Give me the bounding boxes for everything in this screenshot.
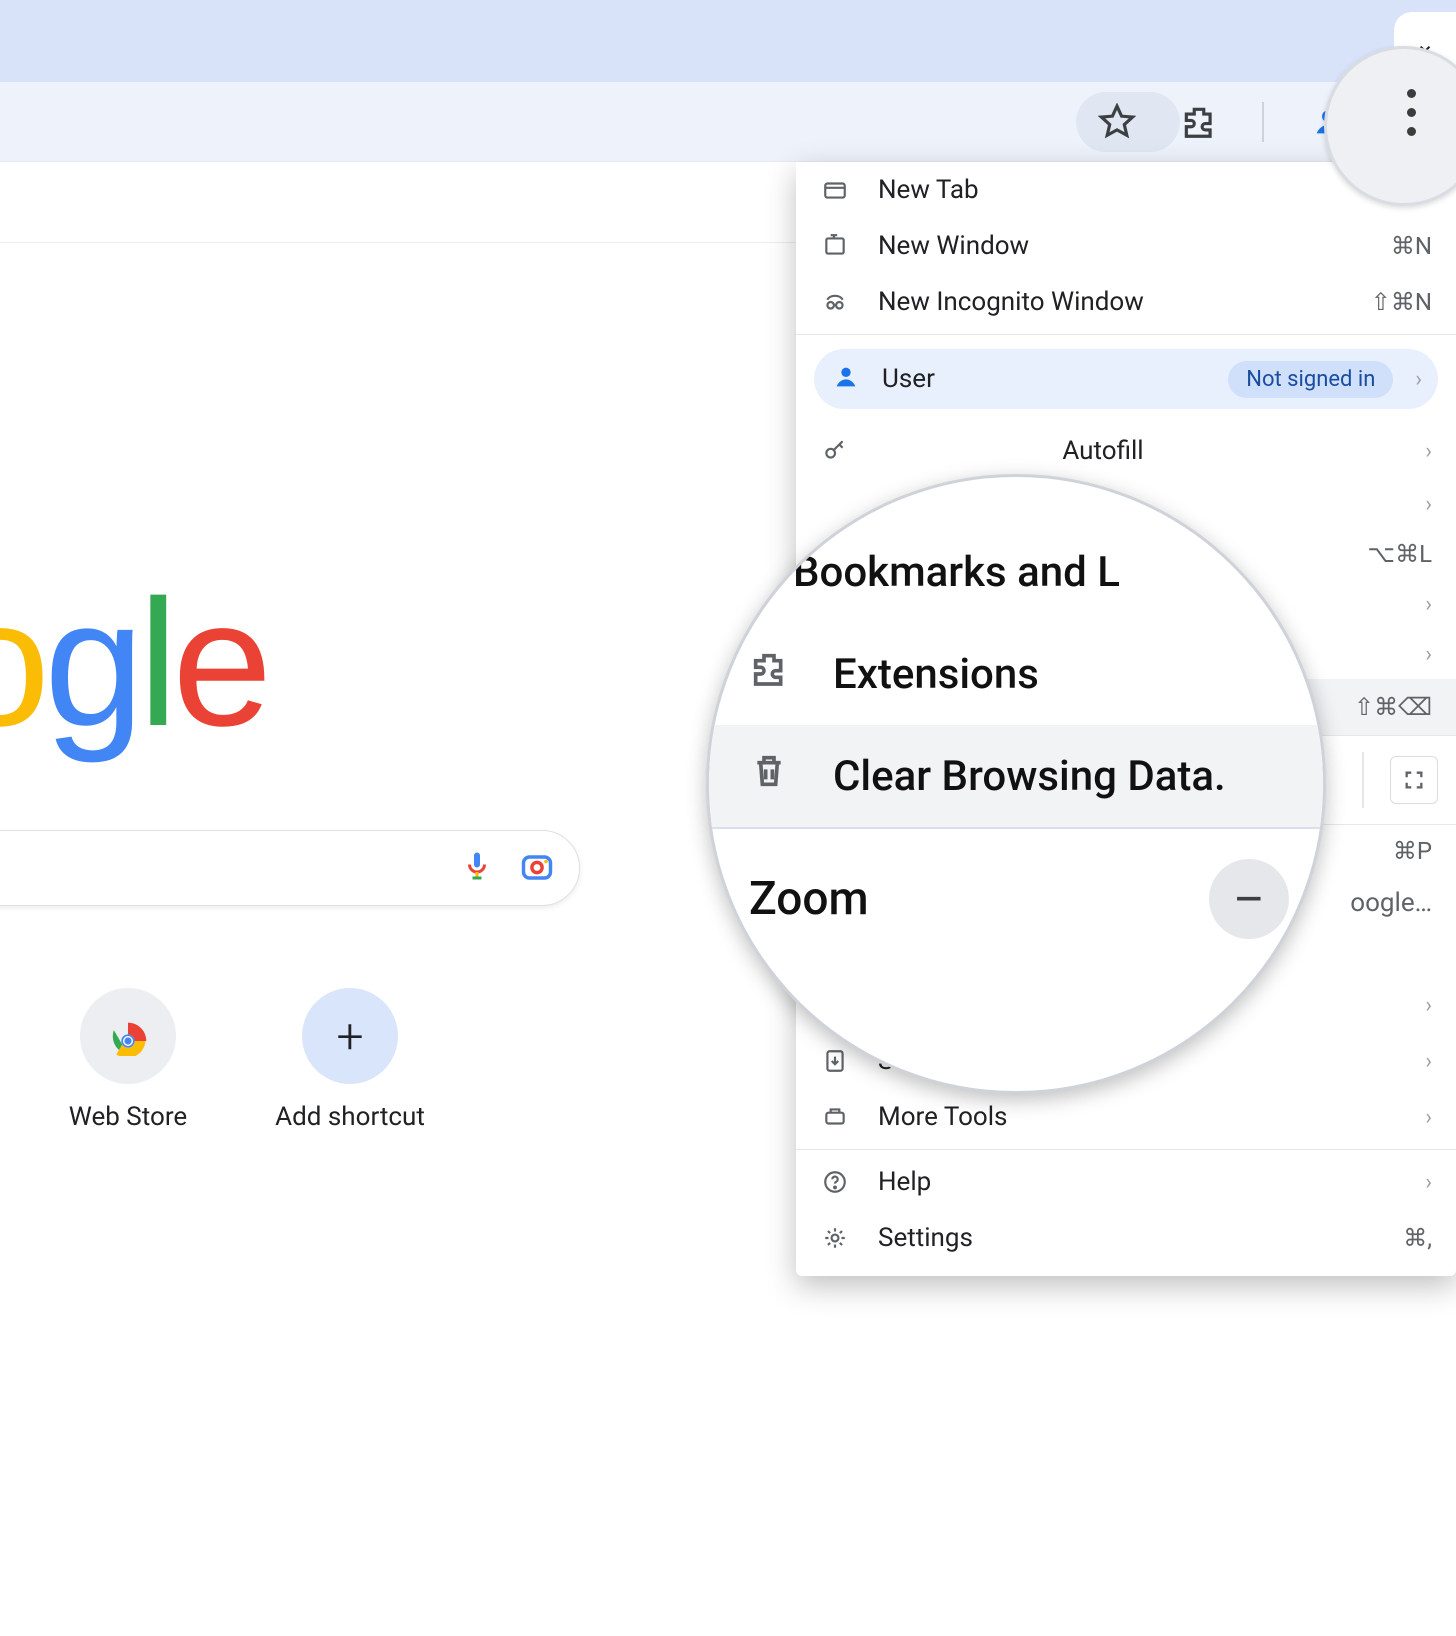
extensions-icon	[749, 649, 789, 700]
magnifier-lens: Bookmarks and L Extensions Clear Browsin…	[706, 474, 1326, 1094]
google-logo-partial: ogle	[0, 560, 266, 767]
plus-icon: +	[336, 1008, 363, 1065]
image-search-icon[interactable]	[519, 848, 555, 888]
tab-icon	[820, 175, 850, 205]
bookmark-star-icon[interactable]	[1098, 103, 1136, 141]
gear-icon	[820, 1223, 850, 1253]
chevron-right-icon: ›	[1425, 642, 1432, 667]
toolbar-divider	[1262, 102, 1264, 142]
chevron-right-icon: ›	[1425, 492, 1432, 517]
key-icon	[820, 436, 850, 466]
chevron-right-icon: ›	[1425, 993, 1432, 1018]
chevron-right-icon: ›	[1425, 1105, 1432, 1130]
tools-icon	[820, 1102, 850, 1132]
menu-more-tools[interactable]: More Tools ›	[796, 1089, 1456, 1145]
help-icon	[820, 1167, 850, 1197]
menu-settings[interactable]: Settings ⌘,	[796, 1210, 1456, 1266]
zoom-minus-button[interactable]: –	[1209, 859, 1289, 939]
menu-new-window[interactable]: New Window ⌘N	[796, 218, 1456, 274]
tab-strip: ⌄	[0, 0, 1456, 82]
kebab-icon	[1407, 89, 1416, 136]
search-box[interactable]	[0, 830, 580, 906]
shortcut-label: Add shortcut	[270, 1102, 430, 1132]
trash-icon	[749, 751, 789, 802]
user-icon	[832, 363, 860, 395]
lens-clear-browsing-row[interactable]: Clear Browsing Data.	[709, 725, 1323, 827]
chevron-right-icon: ›	[1415, 367, 1422, 392]
menu-passwords-autofill[interactable]: Passwords and Autofill ›	[796, 423, 1456, 479]
shortcut-label: Web Store	[48, 1102, 208, 1132]
add-shortcut-button[interactable]: + Add shortcut	[270, 988, 430, 1132]
menu-separator	[796, 1149, 1456, 1150]
chevron-right-icon: ›	[1425, 439, 1432, 464]
extensions-icon[interactable]	[1180, 103, 1218, 141]
incognito-icon	[820, 287, 850, 317]
lens-zoom-row: Zoom –	[709, 829, 1323, 969]
chrome-icon	[108, 1016, 148, 1056]
zoom-separator	[1362, 752, 1364, 808]
menu-new-incognito[interactable]: New Incognito Window ⇧⌘N	[796, 274, 1456, 330]
voice-search-icon[interactable]	[459, 848, 495, 888]
menu-separator	[796, 334, 1456, 335]
chevron-right-icon: ›	[1425, 1170, 1432, 1195]
window-icon	[820, 231, 850, 261]
lens-extensions-row[interactable]: Extensions	[709, 623, 1323, 725]
shortcut-web-store[interactable]: Web Store	[48, 988, 208, 1132]
fullscreen-button[interactable]	[1390, 756, 1438, 804]
save-icon	[820, 1046, 850, 1076]
chevron-right-icon: ›	[1425, 1049, 1432, 1074]
signin-badge: Not signed in	[1228, 361, 1393, 398]
toolbar	[0, 82, 1456, 162]
menu-help[interactable]: Help ›	[796, 1154, 1456, 1210]
menu-user-row[interactable]: User Not signed in ›	[814, 349, 1438, 409]
chevron-right-icon: ›	[1425, 592, 1432, 617]
